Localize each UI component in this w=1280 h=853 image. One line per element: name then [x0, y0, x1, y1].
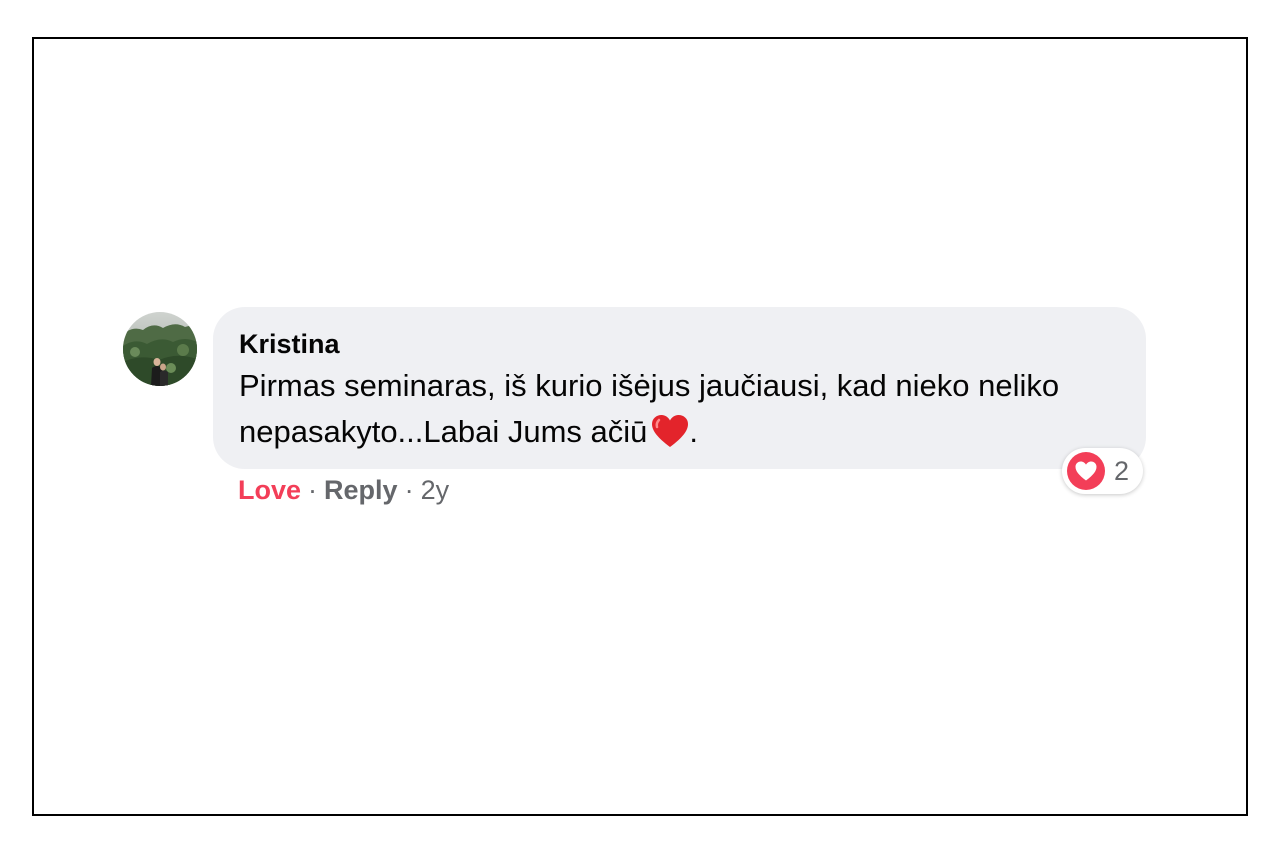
separator-dot: ·	[404, 475, 414, 505]
comment-text: Pirmas seminaras, iš kurio išėjus jaučia…	[239, 363, 1120, 461]
reaction-count: 2	[1114, 455, 1130, 486]
red-heart-icon	[651, 414, 689, 461]
comment-text-suffix: .	[689, 414, 699, 449]
comment-author[interactable]: Kristina	[239, 327, 1120, 361]
love-button[interactable]: Love	[238, 472, 301, 508]
comment-actions: Love · Reply · 2y	[238, 472, 449, 508]
avatar[interactable]	[123, 312, 197, 386]
comment-timestamp[interactable]: 2y	[421, 472, 450, 508]
comment-bubble: Kristina Pirmas seminaras, iš kurio išėj…	[213, 307, 1146, 469]
love-reaction-icon	[1067, 452, 1105, 490]
reply-button[interactable]: Reply	[324, 472, 398, 508]
reaction-summary[interactable]: 2	[1062, 448, 1144, 494]
comment-body: Pirmas seminaras, iš kurio išėjus jaučia…	[239, 368, 1060, 449]
separator-dot: ·	[308, 475, 318, 505]
